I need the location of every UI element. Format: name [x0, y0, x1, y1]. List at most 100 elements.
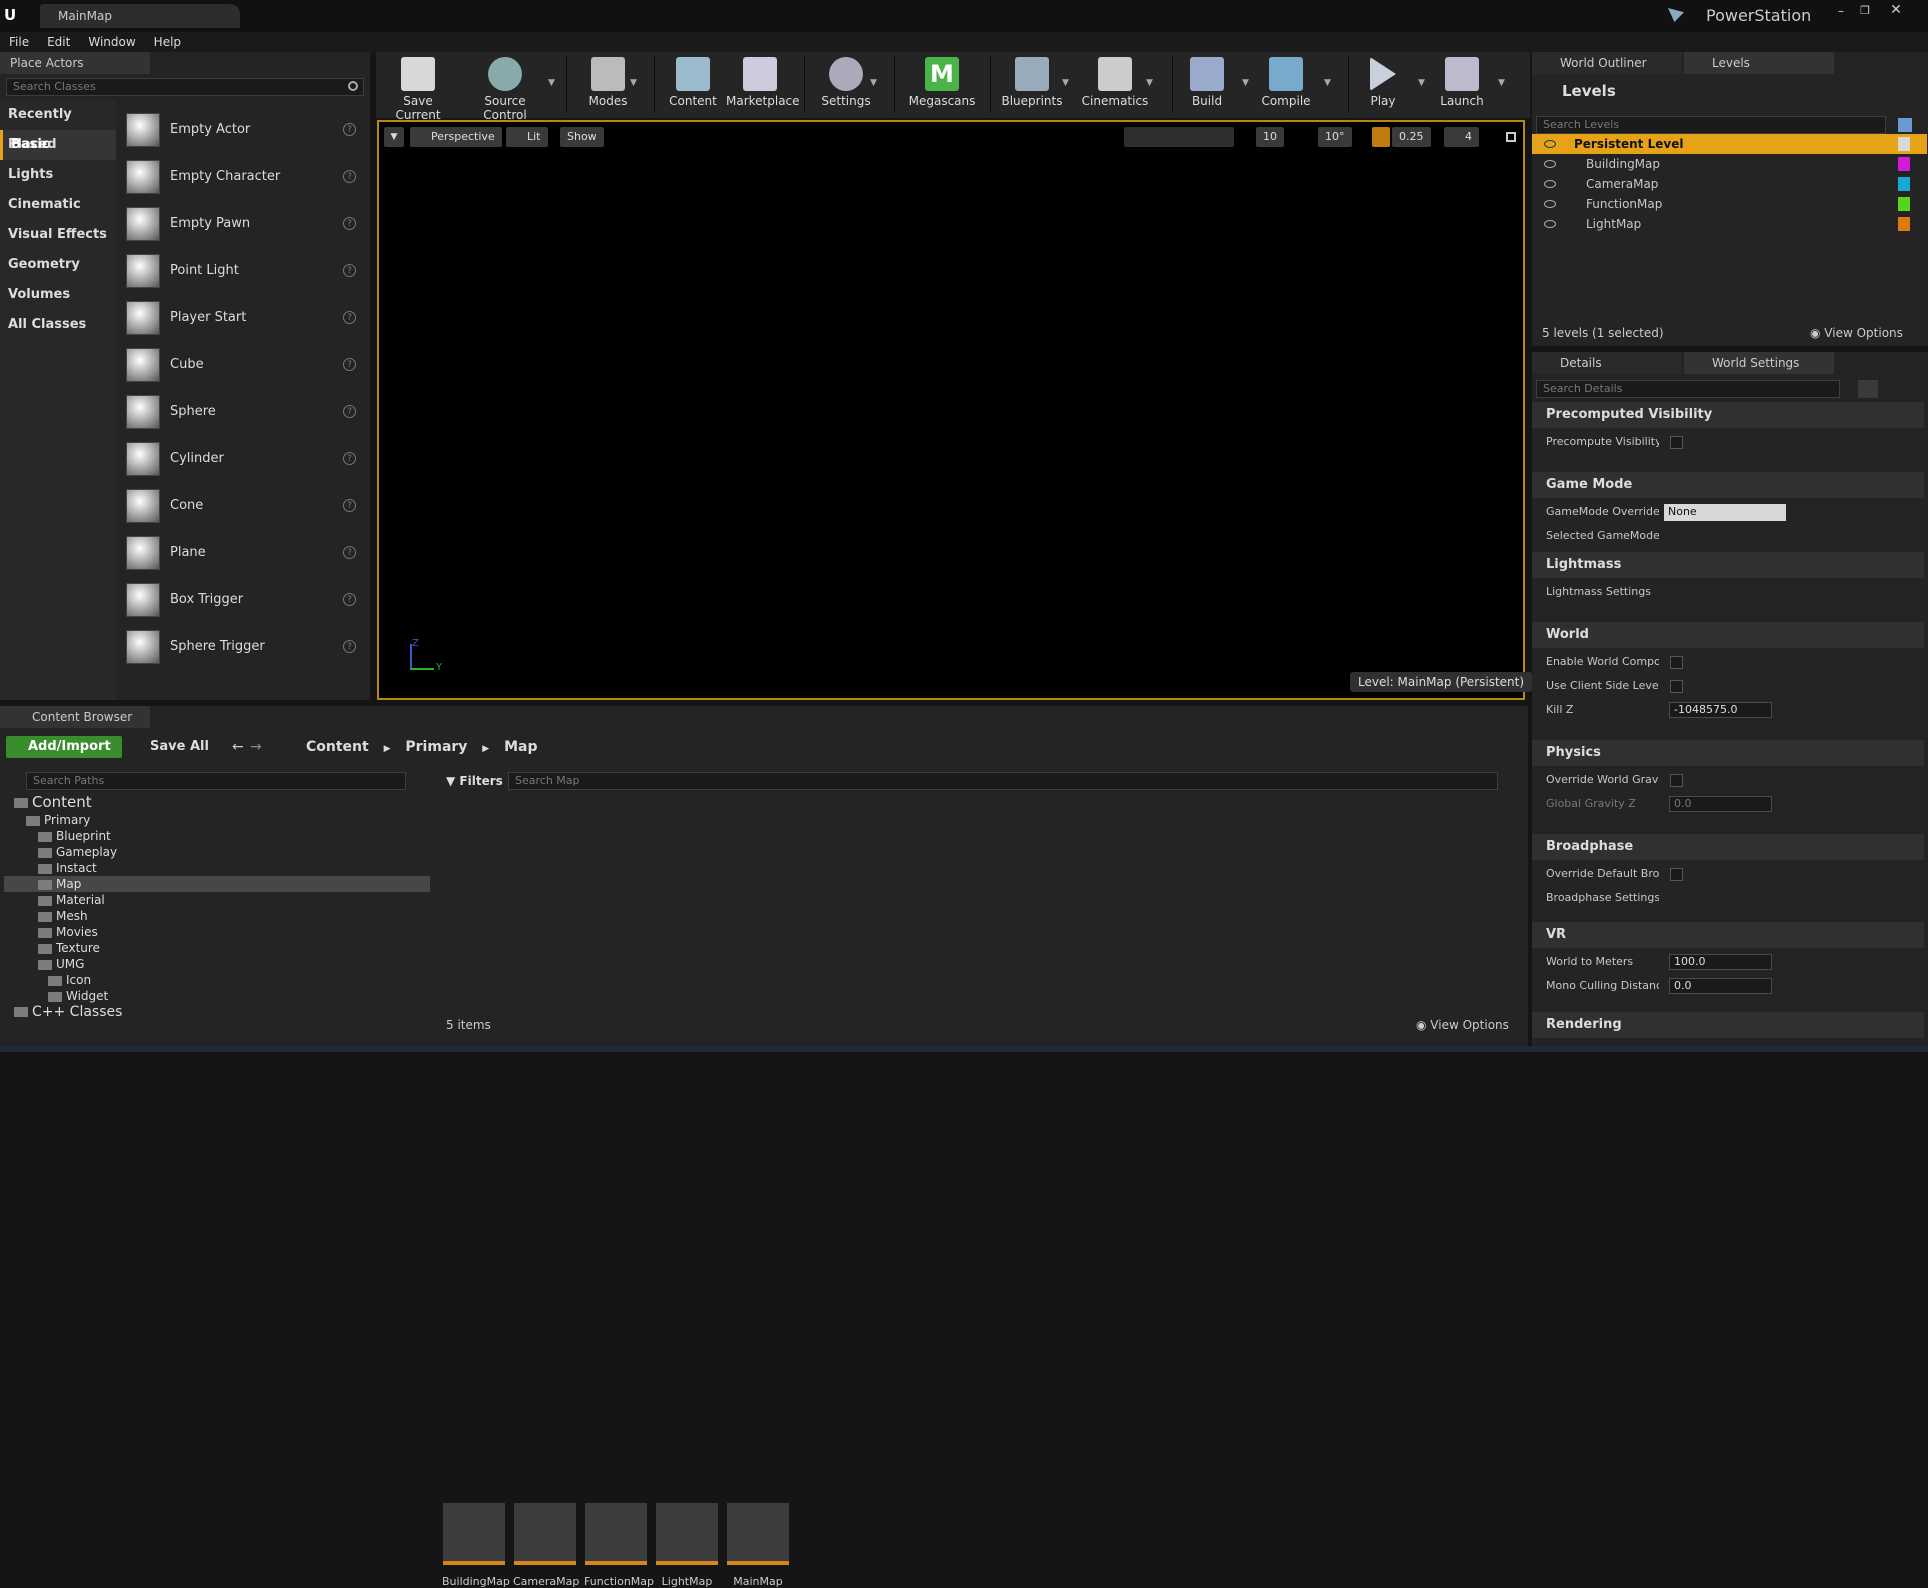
build-dropdown-icon[interactable]: ▼	[1242, 78, 1249, 88]
search-details-input[interactable]: Search Details	[1536, 380, 1840, 398]
tree-umg[interactable]: UMG	[38, 956, 84, 972]
place-actors-tab[interactable]: Place Actors	[0, 52, 150, 74]
section-world[interactable]: World	[1532, 622, 1924, 648]
breadcrumb-map[interactable]: Map	[504, 739, 537, 755]
visibility-eye-icon[interactable]	[1544, 140, 1556, 148]
category-geometry[interactable]: Geometry	[0, 250, 116, 280]
asset-buildingmap[interactable]: BuildingMap	[442, 1503, 510, 1588]
level-row-light[interactable]: LightMap	[1532, 214, 1927, 234]
perspective-button[interactable]: Perspective	[410, 127, 502, 147]
tab-world-settings[interactable]: World Settings	[1684, 352, 1834, 374]
asset-mainmap[interactable]: MainMap	[726, 1503, 790, 1588]
section-vr[interactable]: VR	[1532, 922, 1924, 948]
property-matrix-icon[interactable]	[1858, 380, 1878, 398]
help-icon[interactable]: ?	[343, 264, 356, 277]
section-precomputed-visibility[interactable]: Precomputed Visibility	[1532, 402, 1924, 428]
minimize-button[interactable]: –	[1832, 4, 1850, 18]
visibility-eye-icon[interactable]	[1544, 200, 1556, 208]
help-icon[interactable]: ?	[343, 546, 356, 559]
tree-material[interactable]: Material	[38, 892, 105, 908]
scale-snap-button[interactable]: 0.25	[1392, 127, 1431, 147]
compile-dropdown-icon[interactable]: ▼	[1324, 78, 1331, 88]
level-color-swatch[interactable]	[1898, 217, 1910, 231]
world-to-meters-field[interactable]: 100.0	[1669, 954, 1772, 970]
help-icon[interactable]: ?	[343, 217, 356, 230]
help-icon[interactable]: ?	[343, 311, 356, 324]
marketplace-button[interactable]: Marketplace	[726, 55, 800, 113]
launch-button[interactable]: Launch	[1432, 55, 1492, 113]
transform-tools[interactable]	[1124, 127, 1234, 147]
modes-dropdown-icon[interactable]: ▼	[630, 78, 637, 88]
help-icon[interactable]: ?	[343, 593, 356, 606]
level-viewport[interactable]	[377, 120, 1525, 700]
actor-sphere-trigger[interactable]: Sphere Trigger?	[118, 623, 368, 670]
menu-edit[interactable]: Edit	[38, 32, 79, 52]
actor-plane[interactable]: Plane?	[118, 529, 368, 576]
source-control-status-icon[interactable]	[1668, 8, 1684, 22]
filters-button[interactable]: ▼ Filters	[442, 772, 503, 790]
add-import-button[interactable]: Add/Import	[6, 736, 122, 758]
help-icon[interactable]: ?	[343, 640, 356, 653]
maximize-button[interactable]: ❐	[1856, 4, 1874, 18]
document-tab[interactable]: MainMap	[40, 4, 240, 28]
visibility-eye-icon[interactable]	[1544, 180, 1556, 188]
category-recently-placed[interactable]: Recently Placed	[0, 100, 116, 152]
section-rendering[interactable]: Rendering	[1532, 1012, 1924, 1038]
breadcrumb-primary[interactable]: Primary	[405, 739, 467, 755]
actor-sphere[interactable]: Sphere?	[118, 388, 368, 435]
tree-widget[interactable]: Widget	[48, 988, 108, 1004]
content-view-options[interactable]: ◉ View Options	[1416, 1018, 1509, 1032]
asset-lightmap[interactable]: LightMap	[655, 1503, 719, 1588]
section-game-mode[interactable]: Game Mode	[1532, 472, 1924, 498]
tab-content-browser[interactable]: Content Browser	[0, 706, 150, 728]
help-icon[interactable]: ?	[343, 452, 356, 465]
add-level-icon[interactable]	[1898, 118, 1912, 132]
visibility-eye-icon[interactable]	[1544, 160, 1556, 168]
category-volumes[interactable]: Volumes	[0, 280, 116, 310]
help-icon[interactable]: ?	[343, 358, 356, 371]
unreal-logo-icon[interactable]: U	[4, 6, 22, 24]
help-icon[interactable]: ?	[343, 123, 356, 136]
category-cinematic[interactable]: Cinematic	[0, 190, 116, 220]
tab-levels[interactable]: Levels	[1684, 52, 1834, 74]
rotation-snap-button[interactable]: 10°	[1318, 127, 1352, 147]
grid-snap-button[interactable]: 10	[1256, 127, 1284, 147]
cinematics-button[interactable]: Cinematics	[1080, 55, 1150, 113]
row-broadphase-settings[interactable]: Broadphase Settings	[1532, 886, 1924, 910]
category-basic[interactable]: Basic	[0, 130, 116, 160]
category-lights[interactable]: Lights	[0, 160, 116, 190]
tree-blueprint[interactable]: Blueprint	[38, 828, 111, 844]
enable-world-composition-checkbox[interactable]	[1670, 656, 1683, 669]
level-color-swatch[interactable]	[1898, 197, 1910, 211]
help-icon[interactable]: ?	[343, 170, 356, 183]
section-physics[interactable]: Physics	[1532, 740, 1924, 766]
help-icon[interactable]: ?	[343, 405, 356, 418]
actor-empty-actor[interactable]: Empty Actor?	[118, 106, 368, 153]
kill-z-field[interactable]: -1048575.0	[1669, 702, 1772, 718]
save-all-button[interactable]: Save All	[132, 736, 209, 758]
level-color-swatch[interactable]	[1898, 137, 1910, 151]
gamemode-override-select[interactable]: None	[1664, 504, 1786, 521]
category-all-classes[interactable]: All Classes	[0, 310, 116, 340]
level-row-building[interactable]: BuildingMap	[1532, 154, 1927, 174]
category-visual-effects[interactable]: Visual Effects	[0, 220, 116, 250]
source-control-button[interactable]: Source Control	[462, 55, 548, 122]
actor-point-light[interactable]: Point Light?	[118, 247, 368, 294]
search-assets-input[interactable]: Search Map	[508, 772, 1498, 790]
tree-primary[interactable]: Primary	[26, 812, 90, 828]
override-gravity-checkbox[interactable]	[1670, 774, 1683, 787]
search-levels-input[interactable]: Search Levels	[1536, 116, 1886, 134]
history-forward-icon[interactable]: →	[250, 739, 262, 755]
actor-cone[interactable]: Cone?	[118, 482, 368, 529]
blueprints-button[interactable]: Blueprints	[998, 55, 1066, 113]
menu-file[interactable]: File	[0, 32, 38, 52]
lit-button[interactable]: Lit	[506, 127, 548, 147]
visibility-eye-icon[interactable]	[1544, 220, 1556, 228]
tree-movies[interactable]: Movies	[38, 924, 98, 940]
level-row-persistent[interactable]: Persistent Level	[1532, 134, 1927, 154]
level-row-function[interactable]: FunctionMap	[1532, 194, 1927, 214]
tree-instact[interactable]: Instact	[38, 860, 97, 876]
use-client-side-checkbox[interactable]	[1670, 680, 1683, 693]
actor-cube[interactable]: Cube?	[118, 341, 368, 388]
search-paths-input[interactable]: Search Paths	[26, 772, 406, 790]
